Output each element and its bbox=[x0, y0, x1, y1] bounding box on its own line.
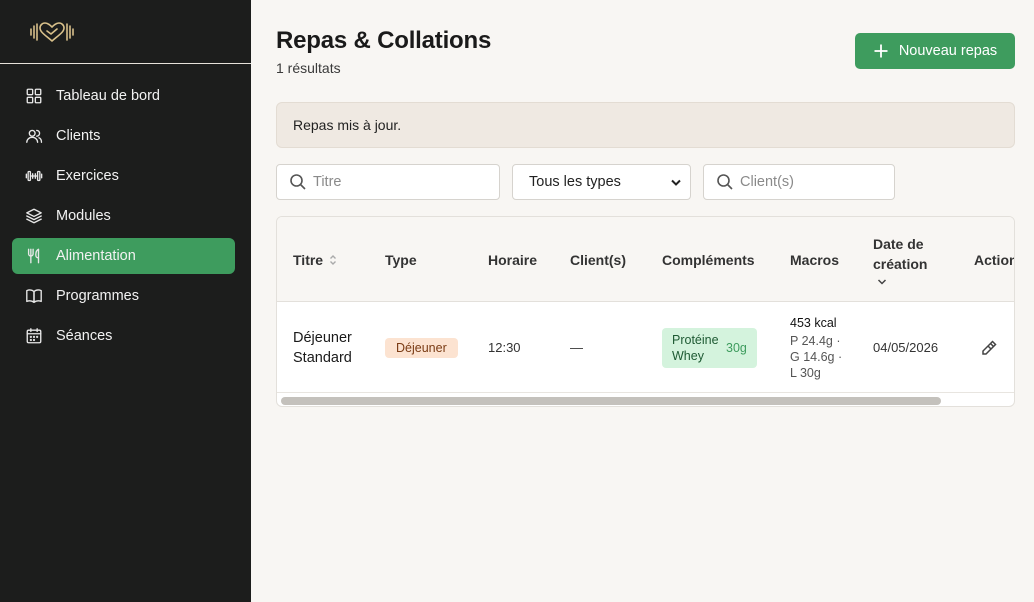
sort-desc-icon bbox=[877, 278, 887, 285]
table-header: Titre Type Horaire Client(s) Compléments… bbox=[277, 217, 1014, 302]
supplement-badge: Protéine Whey 30g bbox=[662, 327, 757, 368]
sort-icon bbox=[329, 254, 337, 266]
column-header-supplements: Compléments bbox=[662, 217, 755, 302]
sidebar-item-label: Exercices bbox=[56, 168, 119, 184]
type-select-value: Tous les types bbox=[529, 174, 621, 190]
sidebar-item-exercises[interactable]: Exercices bbox=[12, 158, 235, 194]
brand-logo[interactable] bbox=[0, 0, 251, 64]
column-header-label: Date de bbox=[873, 235, 924, 252]
column-header-label: Horaire bbox=[488, 251, 538, 268]
sidebar-item-label: Tableau de bord bbox=[56, 88, 160, 104]
meal-type-badge: Déjeuner bbox=[385, 337, 458, 358]
new-meal-button[interactable]: Nouveau repas bbox=[855, 33, 1015, 69]
search-icon bbox=[290, 174, 306, 190]
sidebar-item-dashboard[interactable]: Tableau de bord bbox=[12, 78, 235, 114]
dumbbell-icon bbox=[24, 166, 44, 186]
column-header-label: Macros bbox=[790, 251, 840, 268]
column-header-label: Titre bbox=[293, 251, 324, 268]
calendar-icon bbox=[24, 326, 44, 346]
heart-dumbbell-logo-icon bbox=[30, 21, 74, 42]
layers-icon bbox=[24, 206, 44, 226]
column-header-label: Client(s) bbox=[570, 251, 626, 268]
column-header-label: Actions bbox=[974, 251, 1014, 268]
success-alert: Repas mis à jour. bbox=[276, 102, 1015, 148]
supplement-name: Protéine Whey bbox=[672, 332, 719, 363]
sidebar-item-label: Programmes bbox=[56, 288, 139, 304]
page-title: Repas & Collations bbox=[276, 27, 492, 54]
sidebar-item-label: Clients bbox=[56, 128, 101, 144]
main-content: Repas & Collations 1 résultats Nouveau r… bbox=[276, 0, 1034, 602]
meal-date: 04/05/2026 bbox=[873, 340, 939, 355]
sidebar-item-nutrition[interactable]: Alimentation bbox=[12, 238, 235, 274]
column-header-date[interactable]: Date de création bbox=[873, 217, 927, 302]
type-select[interactable]: Tous les types bbox=[512, 164, 691, 200]
sidebar-item-programs[interactable]: Programmes bbox=[12, 278, 235, 314]
search-icon bbox=[717, 174, 733, 190]
meal-macros: 453 kcal P 24.4g · G 14.6g · L 30g bbox=[790, 302, 850, 393]
meal-macro-breakdown: P 24.4g · G 14.6g · L 30g bbox=[790, 333, 843, 380]
pencil-icon bbox=[982, 339, 997, 355]
meal-title[interactable]: Déjeuner Standard bbox=[293, 302, 373, 393]
sidebar-item-clients[interactable]: Clients bbox=[12, 118, 235, 154]
plus-icon bbox=[874, 44, 888, 58]
meals-table: Titre Type Horaire Client(s) Compléments… bbox=[276, 216, 1015, 407]
chevron-down-icon bbox=[671, 179, 681, 186]
alert-message: Repas mis à jour. bbox=[293, 117, 402, 133]
column-header-time: Horaire bbox=[488, 217, 537, 302]
grid-icon bbox=[24, 86, 44, 106]
meal-kcal: 453 kcal bbox=[790, 315, 837, 330]
column-header-actions: Actions bbox=[974, 217, 1014, 302]
supplement-quantity: 30g bbox=[726, 340, 747, 355]
sidebar-item-label: Séances bbox=[56, 328, 113, 344]
column-header-label: Type bbox=[385, 251, 417, 268]
column-header-macros: Macros bbox=[790, 217, 839, 302]
new-meal-button-label: Nouveau repas bbox=[898, 43, 998, 59]
column-header-label: Compléments bbox=[662, 251, 755, 268]
sidebar-item-modules[interactable]: Modules bbox=[12, 198, 235, 234]
client-search-placeholder: Client(s) bbox=[740, 174, 794, 190]
edit-button[interactable] bbox=[980, 302, 998, 393]
sidebar: Tableau de bord Clients Exercices Module… bbox=[0, 0, 251, 602]
title-search-placeholder: Titre bbox=[313, 174, 342, 190]
meal-clients: — bbox=[570, 340, 583, 355]
column-header-label: création bbox=[873, 255, 928, 272]
client-search-input[interactable]: Client(s) bbox=[703, 164, 895, 200]
sidebar-item-label: Modules bbox=[56, 208, 111, 224]
column-header-title[interactable]: Titre bbox=[293, 217, 337, 302]
meal-time: 12:30 bbox=[488, 340, 521, 355]
column-header-clients: Client(s) bbox=[570, 217, 626, 302]
sidebar-item-sessions[interactable]: Séances bbox=[12, 318, 235, 354]
result-count: 1 résultats bbox=[276, 60, 341, 76]
horizontal-scrollbar[interactable] bbox=[281, 397, 941, 405]
title-search-input[interactable]: Titre bbox=[276, 164, 500, 200]
sidebar-item-label: Alimentation bbox=[56, 248, 136, 264]
users-icon bbox=[24, 126, 44, 146]
column-header-type: Type bbox=[385, 217, 417, 302]
table-row[interactable]: Déjeuner Standard Déjeuner 12:30 — Proté… bbox=[277, 302, 1014, 393]
book-icon bbox=[24, 286, 44, 306]
sidebar-nav: Tableau de bord Clients Exercices Module… bbox=[0, 64, 251, 354]
utensils-icon bbox=[24, 246, 44, 266]
